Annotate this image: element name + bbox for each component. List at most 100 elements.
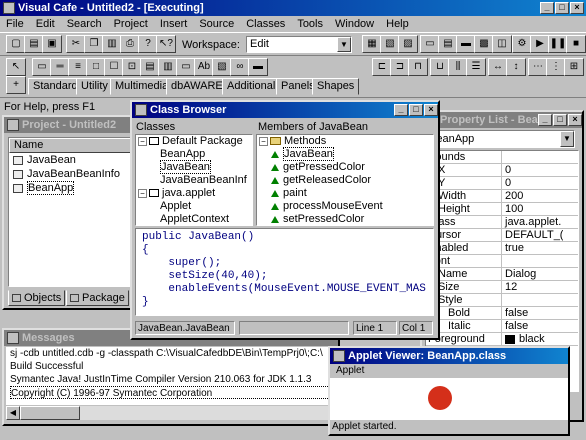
- breakpoints-icon[interactable]: ◫: [492, 35, 512, 53]
- align-top-icon[interactable]: ⊓: [408, 58, 428, 76]
- property-row[interactable]: Width 200: [426, 190, 578, 203]
- scrollbar-tool-icon[interactable]: ▭: [176, 58, 196, 76]
- textarea-tool-icon[interactable]: ≡: [68, 58, 88, 76]
- property-value[interactable]: 100: [502, 203, 523, 215]
- menu-item-edit[interactable]: Edit: [30, 16, 61, 32]
- project-item[interactable]: JavaBean: [13, 154, 135, 167]
- menu-item-window[interactable]: Window: [329, 16, 380, 32]
- cb-maximize-button[interactable]: □: [409, 104, 423, 116]
- minimize-button[interactable]: _: [540, 2, 554, 14]
- property-value[interactable]: java.applet.: [502, 216, 561, 228]
- column-header-name[interactable]: Name: [9, 138, 135, 153]
- applet-menu[interactable]: Applet: [330, 364, 568, 378]
- scroll-thumb[interactable]: [20, 406, 80, 420]
- grid-icon[interactable]: +: [6, 76, 26, 94]
- textlabel-tool-icon[interactable]: Ab: [194, 58, 214, 76]
- project-item[interactable]: BeanApp: [13, 181, 135, 195]
- property-value[interactable]: 200: [502, 190, 523, 202]
- close-button[interactable]: ×: [570, 2, 584, 14]
- menu-item-search[interactable]: Search: [61, 16, 108, 32]
- property-row[interactable]: Y0: [426, 177, 578, 190]
- method-item[interactable]: paint: [259, 187, 433, 200]
- property-value[interactable]: 0: [502, 177, 511, 189]
- menu-item-source[interactable]: Source: [193, 16, 240, 32]
- copy-icon[interactable]: ❐: [84, 35, 104, 53]
- save-icon[interactable]: ▣: [42, 35, 62, 53]
- class-tree-item[interactable]: AppletContext: [138, 213, 252, 225]
- property-value[interactable]: black: [502, 333, 545, 345]
- property-row[interactable]: Foreground black: [426, 333, 578, 346]
- workspace-select[interactable]: Edit ▼: [246, 36, 352, 53]
- bean-circle[interactable]: [428, 386, 452, 410]
- palette-tab-additional[interactable]: Additional: [222, 78, 281, 95]
- menu-item-tools[interactable]: Tools: [291, 16, 329, 32]
- checkbox-tool-icon[interactable]: ☐: [104, 58, 124, 76]
- members-tree[interactable]: − Methods JavaBean getPressedColor getReleas…: [256, 134, 434, 226]
- menu-item-classes[interactable]: Classes: [240, 16, 291, 32]
- pause-icon[interactable]: ❚❚: [548, 35, 568, 53]
- new-icon[interactable]: ▢: [6, 35, 26, 53]
- palette-tab-utility[interactable]: Utility: [76, 78, 113, 95]
- property-list-icon[interactable]: ▤: [438, 35, 458, 53]
- property-value[interactable]: [502, 255, 505, 267]
- source-editor[interactable]: public JavaBean(){ super(); setSize(40,4…: [135, 228, 434, 316]
- menu-tool-icon[interactable]: ▬: [248, 58, 268, 76]
- class-tree-item[interactable]: JavaBean: [138, 160, 252, 174]
- property-minimize-button[interactable]: _: [538, 114, 552, 126]
- chevron-down-icon[interactable]: ▼: [560, 131, 574, 147]
- list-tool-icon[interactable]: ▤: [140, 58, 160, 76]
- class-tree-item[interactable]: − java.applet: [138, 187, 252, 200]
- align-right-icon[interactable]: ⊐: [390, 58, 410, 76]
- compile-icon[interactable]: ⚙: [512, 35, 532, 53]
- expand-icon[interactable]: −: [138, 188, 147, 198]
- property-row[interactable]: Style: [426, 294, 578, 307]
- messages-hscrollbar[interactable]: ◀: [6, 406, 336, 420]
- cb-minimize-button[interactable]: _: [394, 104, 408, 116]
- menu-item-help[interactable]: Help: [380, 16, 415, 32]
- print-icon[interactable]: ⎙: [120, 35, 140, 53]
- component-library-icon[interactable]: ▩: [474, 35, 494, 53]
- property-value[interactable]: Dialog: [502, 268, 536, 280]
- expand-icon[interactable]: −: [138, 136, 147, 146]
- property-value[interactable]: 12: [502, 281, 517, 293]
- align-bottom-icon[interactable]: ⊔: [430, 58, 450, 76]
- method-item[interactable]: processMouseEvent: [259, 200, 433, 213]
- hierarchy-icon[interactable]: ▨: [398, 35, 418, 53]
- menu-item-project[interactable]: Project: [108, 16, 154, 32]
- panel-tool-icon[interactable]: ▧: [212, 58, 232, 76]
- property-row[interactable]: Size 12: [426, 281, 578, 294]
- property-value[interactable]: [502, 294, 505, 306]
- property-row[interactable]: Height 100: [426, 203, 578, 216]
- property-row[interactable]: Bold false: [426, 307, 578, 320]
- class-tree-item[interactable]: JavaBeanBeanInf: [138, 174, 252, 187]
- object-select[interactable]: BeanApp ▼: [425, 130, 575, 148]
- help-icon[interactable]: ?: [138, 35, 158, 53]
- property-row[interactable]: Name Dialog: [426, 268, 578, 281]
- paste-icon[interactable]: ▥: [102, 35, 122, 53]
- lock-icon[interactable]: ⊞: [564, 58, 584, 76]
- context-help-icon[interactable]: ↖?: [156, 35, 176, 53]
- center-horizontal-icon[interactable]: ⫼: [448, 58, 468, 76]
- project-window-icon[interactable]: ▭: [420, 35, 440, 53]
- property-maximize-button[interactable]: □: [553, 114, 567, 126]
- property-row[interactable]: Italic false: [426, 320, 578, 333]
- button-tool-icon[interactable]: □: [86, 58, 106, 76]
- space-down-icon[interactable]: ⋮: [546, 58, 566, 76]
- align-left-icon[interactable]: ⊏: [372, 58, 392, 76]
- link-tool-icon[interactable]: ∞: [230, 58, 250, 76]
- property-row[interactable]: Bounds: [426, 151, 578, 164]
- method-item[interactable]: getPressedColor: [259, 161, 433, 174]
- messages-window-icon[interactable]: ▬: [456, 35, 476, 53]
- property-row[interactable]: X0: [426, 164, 578, 177]
- classes-tree[interactable]: − Default Package BeanApp JavaBean JavaBeanB…: [135, 134, 253, 226]
- center-vertical-icon[interactable]: ☰: [466, 58, 486, 76]
- form-designer-icon[interactable]: ▦: [362, 35, 382, 53]
- palette-tab-shapes[interactable]: Shapes: [312, 78, 360, 95]
- open-icon[interactable]: ▤: [24, 35, 44, 53]
- tab-objects[interactable]: Objects: [8, 290, 66, 306]
- property-row[interactable]: Font: [426, 255, 578, 268]
- class-browser-icon[interactable]: ▧: [380, 35, 400, 53]
- property-value[interactable]: true: [502, 242, 524, 254]
- menu-item-file[interactable]: File: [0, 16, 30, 32]
- palette-tab-multimedia[interactable]: Multimedia: [110, 78, 174, 95]
